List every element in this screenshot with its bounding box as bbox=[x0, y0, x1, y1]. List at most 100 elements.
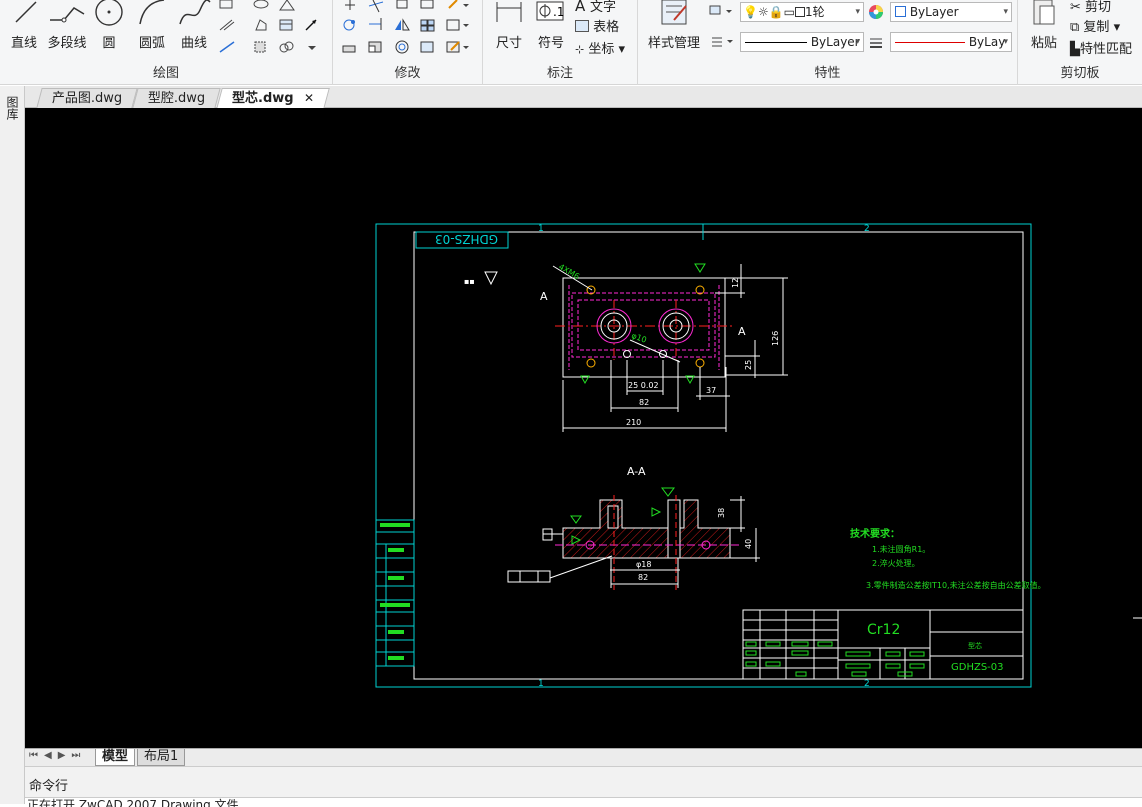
xline-icon[interactable] bbox=[218, 40, 238, 54]
cut-button[interactable]: ✂ 剪切 bbox=[1070, 0, 1140, 15]
fillet-icon[interactable] bbox=[419, 40, 437, 54]
trim-icon[interactable] bbox=[367, 0, 385, 14]
sun-icon: ☼ bbox=[757, 5, 769, 19]
polygon-icon[interactable] bbox=[252, 18, 272, 32]
line-tool[interactable]: 直线 bbox=[6, 0, 42, 56]
arc-icon bbox=[139, 0, 165, 25]
edit-icon[interactable] bbox=[445, 0, 471, 14]
panel-modify-title: 修改 bbox=[394, 66, 421, 81]
hatch-icon[interactable] bbox=[218, 18, 238, 32]
layer-select[interactable]: 💡☼🔒▭ 1轮 ▾ bbox=[740, 2, 864, 22]
paste-button[interactable]: 粘贴 bbox=[1026, 0, 1062, 56]
stretch-icon[interactable] bbox=[341, 40, 359, 54]
style-manager-icon bbox=[661, 0, 687, 25]
text-tool[interactable]: A 文字 bbox=[575, 0, 631, 15]
chevron-down-icon: ▾ bbox=[1003, 37, 1008, 47]
scale-icon[interactable] bbox=[367, 40, 385, 54]
command-line[interactable]: 命令行 正在打开 ZwCAD 2007 Drawing 文件 bbox=[25, 766, 1142, 807]
lineweight-sample bbox=[895, 42, 965, 43]
rectangle-icon[interactable] bbox=[218, 0, 238, 14]
linetype-sample bbox=[745, 42, 807, 43]
layout-tab-layout1[interactable]: 布局1 bbox=[137, 749, 186, 766]
paste-label: 粘贴 bbox=[1030, 36, 1057, 51]
style-manager-tool[interactable]: 样式管理 bbox=[644, 0, 704, 56]
more-draw-icon[interactable] bbox=[304, 40, 320, 54]
match-properties-button[interactable]: ▙特性匹配 bbox=[1070, 38, 1142, 57]
symbol-tool[interactable]: .1 符号 bbox=[533, 0, 569, 56]
panel-draw-title: 绘图 bbox=[152, 66, 179, 81]
arc-tool[interactable]: 圆弧 bbox=[134, 0, 170, 56]
table-draw-icon[interactable] bbox=[278, 18, 298, 32]
zone-label-bottom-1: 1 bbox=[538, 679, 544, 689]
list-icon[interactable] bbox=[710, 34, 734, 48]
tech-note-1: 1.未注圆角R1。 bbox=[872, 544, 930, 554]
curve-tool-label: 曲线 bbox=[180, 36, 207, 51]
close-icon[interactable]: ✕ bbox=[304, 89, 314, 108]
symbol-icon: .1 bbox=[536, 1, 564, 21]
array-icon[interactable] bbox=[419, 18, 437, 32]
triangle-icon[interactable] bbox=[278, 0, 298, 14]
layout-tab-model[interactable]: 模型 bbox=[95, 749, 136, 766]
dim-12: 12 bbox=[731, 278, 740, 288]
drawing-canvas[interactable]: 1 2 1 2 GDHZS-03 ▪▪ A A 4XM6 φ10 25 0.02… bbox=[25, 108, 1142, 748]
side-palette: 图库 bbox=[0, 86, 25, 804]
dim-37: 37 bbox=[706, 386, 716, 395]
color-value: ByLayer bbox=[909, 5, 959, 19]
zone-label-top-2: 2 bbox=[864, 224, 870, 234]
layout-nav-arrows[interactable]: ⏮◀▶⏭ bbox=[29, 750, 86, 761]
lineweight-select[interactable]: ByLay ▾ bbox=[890, 32, 1012, 52]
mirror-icon[interactable] bbox=[393, 18, 411, 32]
properties-edit-icon[interactable] bbox=[445, 40, 471, 54]
offset-icon[interactable] bbox=[393, 40, 411, 54]
file-tab-core[interactable]: 型芯.dwg ✕ bbox=[216, 88, 330, 109]
section-title: A-A bbox=[627, 465, 646, 478]
outer-frame bbox=[375, 223, 1032, 688]
rotate-icon[interactable] bbox=[341, 18, 359, 32]
drawing-svg[interactable]: 1 2 1 2 GDHZS-03 ▪▪ A A 4XM6 φ10 25 0.02… bbox=[25, 108, 1142, 748]
copy-button[interactable]: ⧉ 复制 ▾ bbox=[1070, 16, 1140, 35]
polyline-icon bbox=[50, 7, 85, 23]
linetype-select[interactable]: ByLayer ▾ bbox=[740, 32, 864, 52]
layer-state-icon[interactable] bbox=[708, 4, 734, 18]
table-tool-label: 表格 bbox=[575, 16, 631, 35]
cloud-icon[interactable] bbox=[278, 40, 298, 54]
dimension-icon bbox=[496, 2, 522, 22]
svg-text:.1: .1 bbox=[553, 5, 564, 19]
region-icon[interactable] bbox=[252, 40, 272, 54]
symbol-tool-label: 符号 bbox=[537, 36, 564, 51]
dim-phi18: φ18 bbox=[636, 560, 651, 569]
dimension-tool[interactable]: 尺寸 bbox=[491, 0, 527, 56]
cut-label: 剪切 bbox=[1085, 0, 1112, 15]
color-select[interactable]: ByLayer ▾ bbox=[890, 2, 1012, 22]
scissors-icon: ✂ bbox=[1070, 0, 1086, 15]
library-tab[interactable]: 图库 bbox=[5, 96, 19, 120]
polyline-tool[interactable]: 多段线 bbox=[44, 0, 90, 56]
coord-tool[interactable]: ⊹ 坐标 ▾ bbox=[575, 38, 631, 57]
copy-row: ⧉ 复制 ▾ bbox=[1070, 20, 1121, 35]
move-icon[interactable] bbox=[341, 0, 359, 14]
paste-icon bbox=[1033, 0, 1055, 25]
revision-block bbox=[375, 519, 415, 667]
color-wheel-icon[interactable] bbox=[867, 3, 885, 21]
file-tab-product[interactable]: 产品图.dwg bbox=[36, 88, 138, 108]
copy-obj-icon[interactable] bbox=[393, 0, 411, 14]
table-tool[interactable]: 表格 bbox=[575, 16, 631, 35]
dim-40: 40 bbox=[744, 539, 753, 549]
curve-tool[interactable]: 曲线 bbox=[176, 0, 212, 56]
file-tab-cavity[interactable]: 型腔.dwg bbox=[132, 88, 221, 108]
zone-label-bottom-2: 2 bbox=[864, 679, 870, 689]
box-icon[interactable] bbox=[419, 0, 437, 14]
print-icon: ▭ bbox=[783, 5, 796, 19]
match-label: 特性匹配 bbox=[1080, 42, 1133, 57]
lineweight-icon[interactable] bbox=[868, 36, 884, 50]
copy-icon: ⧉ bbox=[1070, 20, 1084, 35]
ellipse-icon[interactable] bbox=[252, 0, 272, 14]
rect-select-icon[interactable] bbox=[445, 18, 471, 32]
extend-icon[interactable] bbox=[367, 18, 385, 32]
coord-tool-label: ⊹ 坐标 ▾ bbox=[575, 42, 626, 57]
chevron-down-icon: ▾ bbox=[1003, 7, 1008, 17]
section-mark-right: A bbox=[738, 325, 746, 338]
arrow-draw-icon[interactable] bbox=[304, 18, 320, 32]
circle-tool[interactable]: 圆 bbox=[92, 0, 126, 56]
panel-clipboard-title: 剪切板 bbox=[1060, 66, 1100, 81]
